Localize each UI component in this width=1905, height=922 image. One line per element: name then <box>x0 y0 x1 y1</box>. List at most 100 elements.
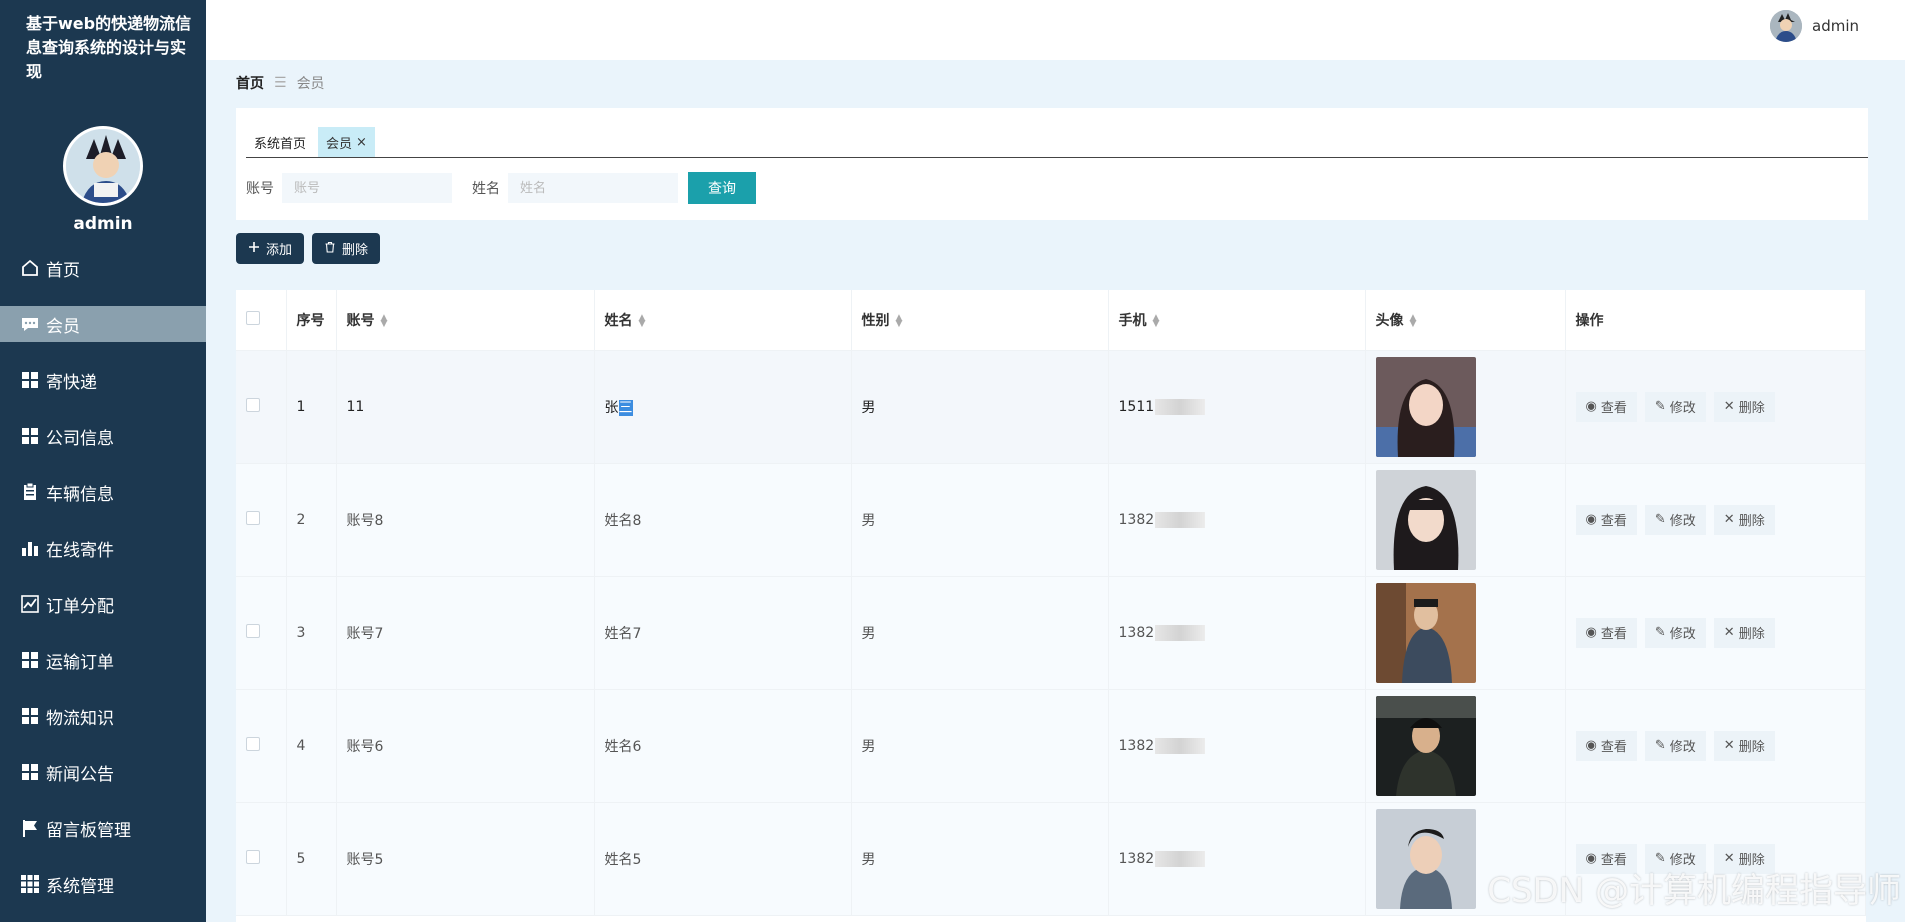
cell-index: 1 <box>286 350 337 464</box>
sort-icon[interactable]: ▲ ▼ <box>639 313 646 328</box>
avatar[interactable] <box>63 126 143 206</box>
close-icon[interactable]: × <box>356 135 367 150</box>
edit-button[interactable]: ✎ 修改 <box>1644 730 1706 761</box>
view-button[interactable]: ◉ 查看 <box>1575 730 1637 761</box>
select-all-checkbox[interactable] <box>246 310 260 325</box>
sidebar-item-home[interactable]: 首页 <box>0 250 206 286</box>
top-username: admin <box>1812 17 1859 35</box>
table-row: 4 账号6 姓名6 男 1382 ◉ 查看 ✎ 修改 ✕ 删除 <box>236 689 1866 803</box>
col-phone[interactable]: 手机 ▲ ▼ <box>1108 290 1366 351</box>
search-form: 账号 姓名 查询 <box>246 172 756 204</box>
sidebar-item-label: 物流知识 <box>46 708 114 729</box>
cell-index: 3 <box>286 576 337 690</box>
sidebar-item-messages[interactable]: 留言板管理 <box>0 810 206 846</box>
view-button[interactable]: ◉ 查看 <box>1575 617 1637 648</box>
delete-row-button[interactable]: ✕ 删除 <box>1713 730 1775 761</box>
edit-button[interactable]: ✎ 修改 <box>1644 391 1706 422</box>
row-checkbox[interactable] <box>246 849 260 864</box>
cell-account: 账号8 <box>336 463 595 577</box>
delete-row-button[interactable]: ✕ 删除 <box>1713 504 1775 535</box>
account-input[interactable] <box>282 173 452 203</box>
cell-account: 账号6 <box>336 689 595 803</box>
edit-button[interactable]: ✎ 修改 <box>1644 504 1706 535</box>
watermark: CSDN @计算机编程指导师 <box>1487 871 1901 911</box>
cell-ops: ◉ 查看 ✎ 修改 ✕ 删除 <box>1565 350 1866 464</box>
cell-index: 2 <box>286 463 337 577</box>
sidebar-item-members[interactable]: 会员 <box>0 306 206 342</box>
tab-label: 系统首页 <box>254 136 307 152</box>
sidebar-item-transport-orders[interactable]: 运输订单 <box>0 642 206 678</box>
member-photo[interactable] <box>1375 582 1476 683</box>
cell-avatar <box>1365 689 1566 803</box>
edit-button[interactable]: ✎ 修改 <box>1644 617 1706 648</box>
sidebar-item-knowledge[interactable]: 物流知识 <box>0 698 206 734</box>
delete-row-button[interactable]: ✕ 删除 <box>1713 391 1775 422</box>
select-all-cell[interactable] <box>236 290 287 351</box>
row-checkbox[interactable] <box>246 397 260 412</box>
home-icon <box>20 258 40 278</box>
sort-icon[interactable]: ▲ ▼ <box>1410 313 1417 328</box>
delete-row-button[interactable]: ✕ 删除 <box>1713 617 1775 648</box>
tab-system-home[interactable]: 系统首页 <box>246 127 314 157</box>
cell-gender: 男 <box>851 463 1109 577</box>
sidebar-item-vehicles[interactable]: 车辆信息 <box>0 474 206 510</box>
edit-icon: ✎ <box>1654 399 1666 414</box>
redacted-mask <box>1155 624 1206 641</box>
redacted-mask <box>1155 398 1206 415</box>
sidebar-item-news[interactable]: 新闻公告 <box>0 754 206 790</box>
edit-icon: ✎ <box>1654 512 1666 527</box>
member-photo[interactable] <box>1375 808 1476 909</box>
cell-phone: 1511 <box>1108 350 1366 464</box>
name-label: 姓名 <box>472 181 500 197</box>
close-icon: ✕ <box>1723 512 1735 527</box>
row-checkbox[interactable] <box>246 623 260 638</box>
table-header: 序号 账号 ▲ ▼ 姓名 ▲ ▼ 性别 ▲ ▼ 手机 ▲ ▼ 头像 ▲ ▼ 操作 <box>236 290 1866 351</box>
delete-button[interactable]: 删除 <box>312 233 381 264</box>
add-button[interactable]: 添加 <box>236 233 305 264</box>
tab-members[interactable]: 会员 × <box>318 127 375 157</box>
sidebar-item-label: 运输订单 <box>46 652 114 673</box>
eye-icon: ◉ <box>1585 625 1597 640</box>
eye-icon: ◉ <box>1585 399 1597 414</box>
redacted-mask <box>1155 737 1206 754</box>
bar-chart-icon <box>20 538 40 558</box>
col-account[interactable]: 账号 ▲ ▼ <box>336 290 595 351</box>
sidebar: 基于web的快递物流信息查询系统的设计与实现 admin 首页 会员 寄快递 公… <box>0 0 206 922</box>
sort-icon[interactable]: ▲ ▼ <box>896 313 903 328</box>
member-photo[interactable] <box>1375 356 1476 457</box>
search-panel: 系统首页 会员 × 账号 姓名 查询 <box>236 108 1868 220</box>
user-menu[interactable]: admin <box>1770 10 1859 42</box>
query-button[interactable]: 查询 <box>688 172 756 204</box>
view-button[interactable]: ◉ 查看 <box>1575 391 1637 422</box>
member-photo[interactable] <box>1375 695 1476 796</box>
member-photo[interactable] <box>1375 469 1476 570</box>
breadcrumb-home[interactable]: 首页 <box>236 73 264 93</box>
sidebar-item-system[interactable]: 系统管理 <box>0 866 206 902</box>
sidebar-item-order-assign[interactable]: 订单分配 <box>0 586 206 622</box>
cell-avatar <box>1365 576 1566 690</box>
col-avatar[interactable]: 头像 ▲ ▼ <box>1365 290 1566 351</box>
col-gender[interactable]: 性别 ▲ ▼ <box>851 290 1109 351</box>
cell-gender: 男 <box>851 802 1109 916</box>
cell-name: 张三 <box>594 350 852 464</box>
edit-icon: ✎ <box>1654 625 1666 640</box>
grid-icon <box>20 426 40 446</box>
grid-icon <box>20 706 40 726</box>
sidebar-item-label: 订单分配 <box>46 596 114 617</box>
row-checkbox[interactable] <box>246 510 260 525</box>
name-input[interactable] <box>508 173 678 203</box>
sidebar-item-company[interactable]: 公司信息 <box>0 418 206 454</box>
cell-gender: 男 <box>851 576 1109 690</box>
cell-avatar <box>1365 463 1566 577</box>
row-checkbox[interactable] <box>246 736 260 751</box>
sidebar-item-label: 会员 <box>46 316 80 337</box>
sidebar-item-online-send[interactable]: 在线寄件 <box>0 530 206 566</box>
col-name[interactable]: 姓名 ▲ ▼ <box>594 290 852 351</box>
sidebar-profile: admin <box>0 126 206 234</box>
sidebar-item-send-express[interactable]: 寄快递 <box>0 362 206 398</box>
sort-icon[interactable]: ▲ ▼ <box>1153 313 1160 328</box>
view-button[interactable]: ◉ 查看 <box>1575 504 1637 535</box>
member-table: 序号 账号 ▲ ▼ 姓名 ▲ ▼ 性别 ▲ ▼ 手机 ▲ ▼ 头像 ▲ ▼ 操作 1 11 张三 男… <box>236 290 1866 922</box>
sort-icon[interactable]: ▲ ▼ <box>381 313 388 328</box>
close-icon: ✕ <box>1723 625 1735 640</box>
